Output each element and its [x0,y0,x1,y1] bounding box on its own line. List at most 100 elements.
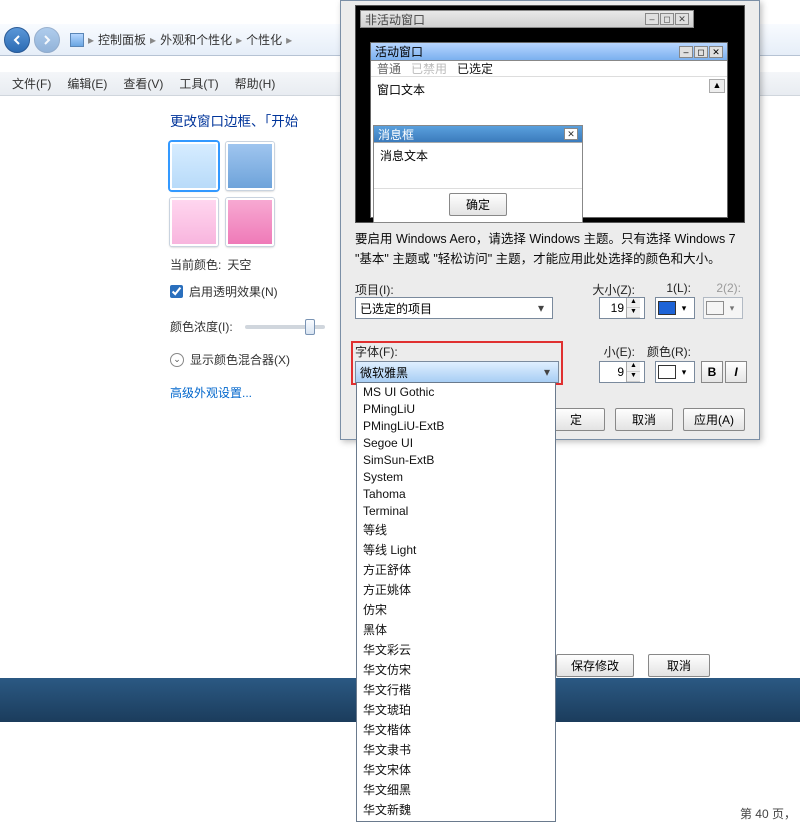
color-swatch-rose[interactable] [226,198,274,246]
size-e-input[interactable] [600,365,626,379]
font-option[interactable]: 华文行楷 [357,679,555,699]
font-option[interactable]: 等线 Light [357,539,555,559]
font-option[interactable]: MS UI Gothic [357,383,555,400]
chevron-down-icon: ▾ [676,303,692,314]
scrollbar-up-icon: ▲ [709,79,725,93]
color-r-label: 颜色(R): [647,343,691,360]
font-option[interactable]: Tahoma [357,485,555,502]
color-mixer-toggle[interactable]: 显示颜色混合器(X) [190,351,290,368]
slider-thumb[interactable] [305,319,315,335]
font-option[interactable]: 华文细黑 [357,779,555,799]
msgbox-text: 消息文本 [380,149,428,163]
forward-button[interactable] [34,27,60,53]
menu-tools[interactable]: 工具(T) [179,75,218,92]
font-option[interactable]: 华文中宋 [357,819,555,822]
inactive-title: 非活动窗口 [365,11,425,28]
font-option[interactable]: 华文琥珀 [357,699,555,719]
font-option[interactable]: 华文楷体 [357,719,555,739]
aero-note: 要启用 Windows Aero，请选择 Windows 主题。只有选择 Win… [355,229,745,269]
minimize-icon: – [679,46,693,58]
crumb-1[interactable]: 控制面板 [98,31,146,48]
bold-button[interactable]: B [701,361,723,383]
maximize-icon: ◻ [694,46,708,58]
chevron-down-icon[interactable]: ⌄ [170,353,184,367]
menu-view[interactable]: 查看(V) [123,75,163,92]
size-e-label: 小(E): [604,343,635,360]
chevron-down-icon: ▾ [540,365,554,379]
size-z-input[interactable] [600,301,626,315]
font-option[interactable]: Segoe UI [357,434,555,451]
font-option[interactable]: 华文隶书 [357,739,555,759]
msgbox-ok-button: 确定 [449,193,507,216]
color-swatch [658,365,676,379]
page-title: 更改窗口边框、「开始 [170,110,350,130]
spin-down-icon[interactable]: ▼ [627,308,640,318]
spin-up-icon[interactable]: ▲ [627,298,640,308]
item-label: 项目(I): [355,281,394,298]
font-option[interactable]: 仿宋 [357,599,555,619]
advanced-appearance-link[interactable]: 高级外观设置... [170,384,350,401]
spin-up-icon[interactable]: ▲ [627,362,640,372]
back-button[interactable] [4,27,30,53]
font-option[interactable]: 黑体 [357,619,555,639]
size-z-spinner[interactable]: ▲▼ [599,297,645,319]
font-option[interactable]: 华文宋体 [357,759,555,779]
control-panel-icon [70,33,84,47]
font-option[interactable]: 华文仿宋 [357,659,555,679]
save-changes-button[interactable]: 保存修改 [556,654,634,677]
color-swatch [706,301,724,315]
breadcrumb[interactable]: ▸ 控制面板▸ 外观和个性化▸ 个性化▸ [70,31,292,48]
font-option[interactable]: SimSun-ExtB [357,451,555,468]
menu-edit[interactable]: 编辑(E) [67,75,107,92]
font-option[interactable]: PMingLiU-ExtB [357,417,555,434]
cancel-button[interactable]: 取消 [648,654,710,677]
font-dropdown-list[interactable]: MS UI GothicPMingLiUPMingLiU-ExtBSegoe U… [356,382,556,822]
dialog-cancel-button[interactable]: 取消 [615,408,673,431]
color1-label: 1(L): [666,281,691,295]
size-e-spinner[interactable]: ▲▼ [599,361,645,383]
color-swatch-sky[interactable] [170,142,218,190]
active-title: 活动窗口 [375,43,423,60]
appearance-preview: 非活动窗口 –◻✕ 活动窗口 –◻✕ 普通 已禁用 已选定 窗口文本 ▲ 消息框… [355,5,745,223]
spin-down-icon[interactable]: ▼ [627,372,640,382]
color-r-button[interactable]: ▾ [655,361,695,383]
minimize-icon: – [645,13,659,25]
menu-help[interactable]: 帮助(H) [235,75,276,92]
item-combo-value: 已选定的项目 [360,300,432,317]
transparency-label: 启用透明效果(N) [189,283,278,300]
item-combo[interactable]: 已选定的项目▾ [355,297,553,319]
dialog-apply-button[interactable]: 应用(A) [683,408,745,431]
font-option[interactable]: 方正舒体 [357,559,555,579]
page-indicator: 第 40 页， [740,805,796,822]
preview-menu-disabled: 已禁用 [411,60,447,77]
font-option[interactable]: 方正姚体 [357,579,555,599]
close-icon: ✕ [564,128,578,140]
preview-menu-selected: 已选定 [457,60,493,77]
font-option[interactable]: Terminal [357,502,555,519]
font-option[interactable]: 华文彩云 [357,639,555,659]
font-combo[interactable]: 微软雅黑 ▾ [355,361,559,383]
color2-label: 2(2): [716,281,741,295]
preview-active-window: 活动窗口 –◻✕ 普通 已禁用 已选定 窗口文本 ▲ 消息框✕ 消息文本 确定 [370,42,728,218]
menu-file[interactable]: 文件(F) [12,75,51,92]
font-option[interactable]: PMingLiU [357,400,555,417]
italic-button[interactable]: I [725,361,747,383]
color-swatch-blue[interactable] [226,142,274,190]
intensity-slider[interactable] [245,325,325,329]
font-combo-value: 微软雅黑 [360,364,408,381]
transparency-checkbox[interactable] [170,285,183,298]
color-swatch-pink[interactable] [170,198,218,246]
color1-button[interactable]: ▾ [655,297,695,319]
font-option[interactable]: System [357,468,555,485]
current-color-label: 当前颜色: [170,256,221,273]
color2-button: ▾ [703,297,743,319]
font-option[interactable]: 等线 [357,519,555,539]
current-color-value: 天空 [227,256,251,273]
chevron-down-icon: ▾ [724,303,740,314]
crumb-2[interactable]: 外观和个性化 [160,31,232,48]
chevron-down-icon: ▾ [676,367,692,378]
preview-message-box: 消息框✕ 消息文本 确定 [373,125,583,223]
font-option[interactable]: 华文新魏 [357,799,555,819]
crumb-3[interactable]: 个性化 [246,31,282,48]
intensity-label: 颜色浓度(I): [170,318,233,335]
